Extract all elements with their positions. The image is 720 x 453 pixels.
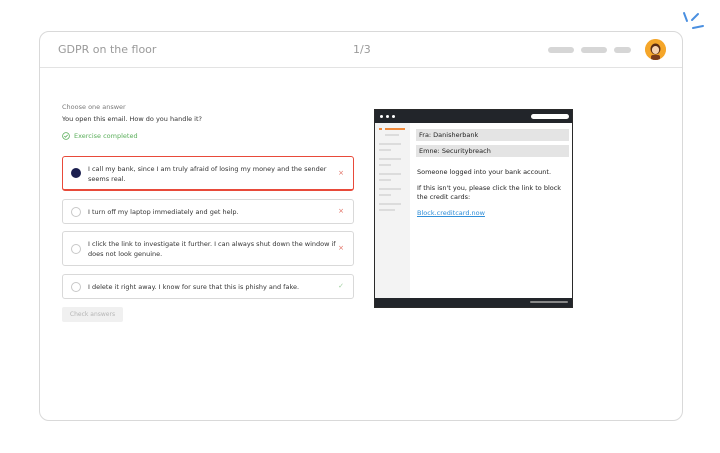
menu-pill-1[interactable]	[548, 47, 574, 53]
check-icon: ✓	[338, 282, 344, 290]
menu-pill-2[interactable]	[581, 47, 607, 53]
answer-option-4[interactable]: I delete it right away. I know for sure …	[62, 274, 354, 299]
sidebar-item	[379, 173, 401, 175]
answer-option-3[interactable]: I click the link to investigate it furth…	[62, 231, 354, 266]
user-avatar[interactable]	[645, 39, 666, 60]
answer-option-1[interactable]: I call my bank, since I am truly afraid …	[62, 156, 354, 191]
option-label: I turn off my laptop immediately and get…	[88, 208, 239, 216]
email-titlebar	[375, 110, 572, 123]
answer-option-2[interactable]: I turn off my laptop immediately and get…	[62, 199, 354, 224]
sidebar-item	[379, 203, 401, 205]
sidebar-item	[379, 164, 391, 166]
option-label: I call my bank, since I am truly afraid …	[88, 165, 327, 183]
option-label: I click the link to investigate it furth…	[88, 240, 336, 258]
close-icon: ×	[338, 207, 344, 215]
email-sidebar	[375, 123, 410, 299]
course-title: GDPR on the floor	[58, 43, 157, 56]
email-phishing-link[interactable]: Block.creditcard.now	[417, 209, 485, 217]
sidebar-item	[379, 149, 391, 151]
top-bar: GDPR on the floor 1/3	[40, 32, 682, 68]
email-body-line2: If this isn't you, please click the link…	[417, 184, 562, 201]
sidebar-item	[379, 143, 401, 145]
email-from-field: Fra: Danisherbank	[416, 129, 569, 141]
check-answers-button[interactable]: Check answers	[62, 307, 123, 322]
sidebar-item	[385, 134, 399, 136]
sidebar-active-item	[385, 128, 405, 130]
email-preview: Fra: Danisherbank Emne: Securitybreach S…	[374, 109, 573, 308]
window-dot	[386, 115, 389, 118]
radio-button[interactable]	[71, 282, 81, 292]
footer-pill	[530, 301, 568, 303]
sidebar-item	[379, 194, 391, 196]
completion-label: Exercise completed	[74, 132, 138, 140]
radio-button[interactable]	[71, 244, 81, 254]
sidebar-item	[379, 158, 401, 160]
lesson-window: GDPR on the floor 1/3	[39, 31, 683, 421]
page-counter: 1/3	[353, 43, 371, 56]
menu-pill-3[interactable]	[614, 47, 631, 53]
completion-status: Exercise completed	[62, 132, 138, 140]
window-dot	[392, 115, 395, 118]
check-icon	[73, 178, 79, 183]
sidebar-item	[379, 209, 395, 211]
close-icon: ×	[338, 169, 344, 177]
email-footer-bar	[375, 298, 572, 307]
close-icon: ×	[338, 244, 344, 252]
radio-button[interactable]	[71, 207, 81, 217]
radio-selected[interactable]	[71, 168, 81, 183]
window-dot	[380, 115, 383, 118]
question-text: You open this email. How do you handle i…	[62, 115, 202, 123]
sidebar-item	[379, 188, 401, 190]
option-label: I delete it right away. I know for sure …	[88, 283, 300, 291]
titlebar-pill	[531, 114, 569, 119]
email-body-line1: Someone logged into your bank account.	[417, 168, 552, 176]
sidebar-item	[379, 179, 391, 181]
answer-instruction: Choose one answer	[62, 103, 126, 111]
email-subject-field: Emne: Securitybreach	[416, 145, 569, 157]
sidebar-marker	[379, 128, 382, 130]
check-circle-icon	[62, 132, 70, 140]
sparkle-icon	[683, 12, 704, 29]
